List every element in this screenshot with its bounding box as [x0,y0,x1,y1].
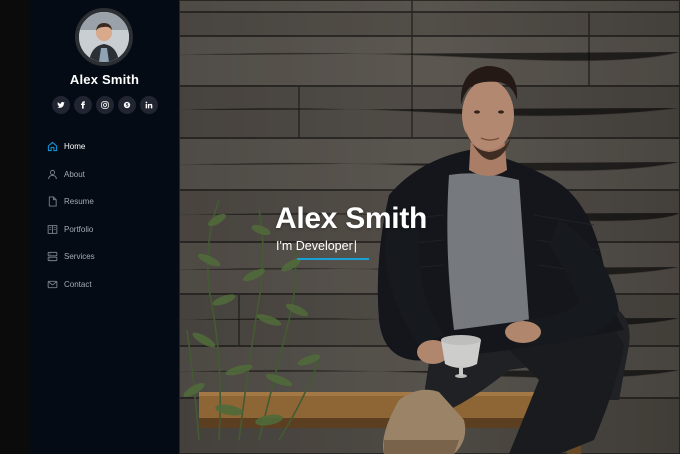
nav-item-about[interactable]: About [46,161,95,189]
book-icon [46,223,58,235]
file-icon [46,196,58,208]
nav-label: About [64,169,85,179]
twitter-icon [57,101,65,108]
social-links: S [52,96,158,114]
sidebar: Alex Smith S Home About Resume Portfolio… [30,0,179,454]
nav-item-home[interactable]: Home [46,133,95,161]
instagram-link[interactable] [96,96,114,114]
hero-background-photo [179,0,680,454]
profile-avatar [75,8,133,66]
server-icon [46,251,58,263]
hero-section: Alex Smith I'm Developer| [179,0,680,454]
nav-item-services[interactable]: Services [46,243,95,271]
instagram-icon [101,101,109,109]
nav-item-contact[interactable]: Contact [46,271,95,299]
typed-text-underline [297,258,369,260]
twitter-link[interactable] [52,96,70,114]
hero-title: Alex Smith [275,202,428,235]
home-icon [46,141,58,153]
nav-item-resume[interactable]: Resume [46,188,95,216]
hero-subtitle: I'm Developer| [276,239,357,253]
left-edge-strip [0,0,30,454]
facebook-link[interactable] [74,96,92,114]
typing-caret: | [353,239,357,253]
nav-label: Resume [64,197,94,207]
nav-label: Portfolio [64,224,94,234]
nav-label: Services [64,252,95,262]
person-icon [46,168,58,180]
skype-icon: S [123,101,131,109]
facebook-icon [81,101,85,109]
linkedin-link[interactable] [140,96,158,114]
nav-label: Contact [64,279,92,289]
nav-label: Home [64,142,86,152]
hero-subtitle-prefix: I'm [276,239,293,253]
nav-item-portfolio[interactable]: Portfolio [46,216,95,244]
main-nav: Home About Resume Portfolio Services Con… [46,133,95,298]
skype-link[interactable]: S [118,96,136,114]
svg-text:S: S [125,103,128,109]
envelope-icon [46,278,58,290]
profile-name: Alex Smith [69,72,140,87]
linkedin-icon [145,101,153,109]
hero-typed-role: Developer [295,239,353,253]
